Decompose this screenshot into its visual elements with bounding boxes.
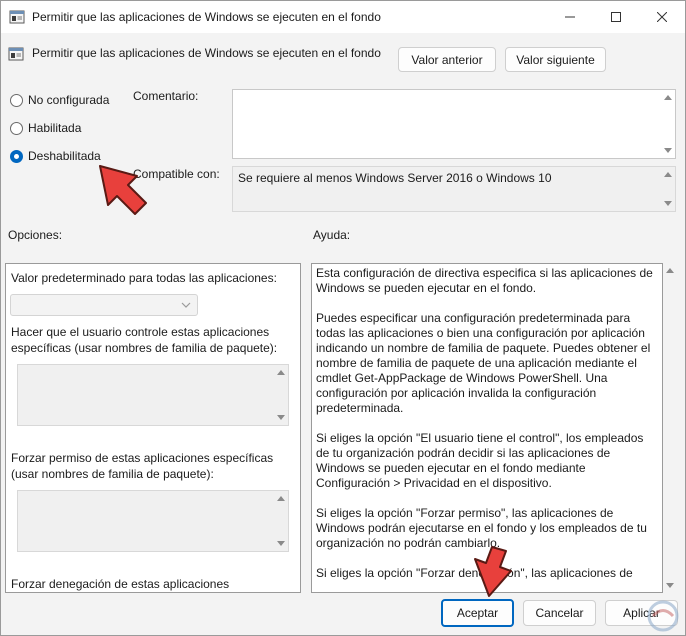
- options-section-label: Opciones:: [8, 228, 63, 242]
- user-control-listbox: [17, 364, 289, 426]
- compatible-value: Se requiere al menos Windows Server 2016…: [238, 171, 552, 185]
- minimize-button[interactable]: [547, 1, 593, 33]
- radio-circle[interactable]: [10, 121, 23, 135]
- compatible-scrollbar[interactable]: [661, 167, 675, 211]
- policy-dialog-window: Permitir que las aplicaciones de Windows…: [0, 0, 686, 636]
- title-bar[interactable]: Permitir que las aplicaciones de Windows…: [1, 1, 685, 33]
- scroll-down-icon[interactable]: [664, 148, 672, 153]
- help-paragraph: Puedes especificar una configuración pre…: [316, 311, 651, 415]
- policy-icon: [8, 47, 24, 61]
- chevron-down-icon: [181, 302, 191, 308]
- close-icon: [657, 12, 667, 22]
- scroll-down-icon[interactable]: [666, 583, 674, 588]
- annotation-arrow-icon: [99, 165, 147, 215]
- scroll-down-icon[interactable]: [277, 415, 285, 420]
- help-section-label: Ayuda:: [313, 228, 351, 242]
- force-allow-listbox: [17, 490, 289, 552]
- scroll-down-icon[interactable]: [277, 541, 285, 546]
- compatible-textbox: Se requiere al menos Windows Server 2016…: [232, 166, 676, 212]
- scroll-up-icon[interactable]: [277, 496, 285, 501]
- cancel-button[interactable]: Cancelar: [523, 600, 596, 626]
- comment-textbox[interactable]: [232, 89, 676, 159]
- scroll-up-icon[interactable]: [666, 268, 674, 273]
- force-allow-label: Forzar permiso de estas aplicaciones esp…: [11, 451, 274, 481]
- previous-setting-button[interactable]: Valor anterior: [398, 47, 496, 72]
- maximize-icon: [611, 12, 621, 22]
- ok-button[interactable]: Aceptar: [441, 599, 514, 627]
- radio-circle[interactable]: [10, 93, 23, 107]
- radio-label: Deshabilitada: [28, 149, 101, 163]
- radio-not-configured[interactable]: No configurada: [10, 93, 109, 107]
- policy-header-title: Permitir que las aplicaciones de Windows…: [32, 46, 381, 60]
- radio-circle-selected[interactable]: [10, 149, 23, 163]
- help-paragraph: Esta configuración de directiva especifi…: [316, 266, 653, 295]
- scroll-down-icon[interactable]: [664, 201, 672, 206]
- annotation-arrow-icon: [474, 546, 512, 597]
- listbox-scrollbar[interactable]: [274, 491, 288, 551]
- maximize-button[interactable]: [593, 1, 639, 33]
- default-value-dropdown[interactable]: [10, 294, 198, 316]
- watermark-logo-icon: [647, 600, 679, 632]
- next-setting-button[interactable]: Valor siguiente: [505, 47, 606, 72]
- listbox-scrollbar[interactable]: [274, 365, 288, 425]
- policy-icon: [9, 10, 25, 24]
- scroll-up-icon[interactable]: [664, 172, 672, 177]
- user-control-label: Hacer que el usuario controle estas apli…: [11, 325, 278, 355]
- close-button[interactable]: [639, 1, 685, 33]
- comment-label: Comentario:: [133, 89, 199, 103]
- radio-label: Habilitada: [28, 121, 82, 135]
- scroll-up-icon[interactable]: [277, 370, 285, 375]
- help-scrollbar[interactable]: [663, 263, 677, 593]
- force-deny-label: Forzar denegación de estas aplicaciones …: [11, 577, 230, 591]
- radio-label: No configurada: [28, 93, 110, 107]
- comment-scrollbar[interactable]: [661, 90, 675, 158]
- minimize-icon: [565, 16, 575, 18]
- default-value-label: Valor predeterminado para todas las apli…: [11, 271, 277, 285]
- scroll-up-icon[interactable]: [664, 95, 672, 100]
- radio-disabled[interactable]: Deshabilitada: [10, 149, 101, 163]
- window-title: Permitir que las aplicaciones de Windows…: [32, 10, 381, 24]
- help-paragraph: Si eliges la opción "El usuario tiene el…: [316, 431, 644, 490]
- radio-enabled[interactable]: Habilitada: [10, 121, 81, 135]
- options-panel: Valor predeterminado para todas las apli…: [5, 263, 301, 593]
